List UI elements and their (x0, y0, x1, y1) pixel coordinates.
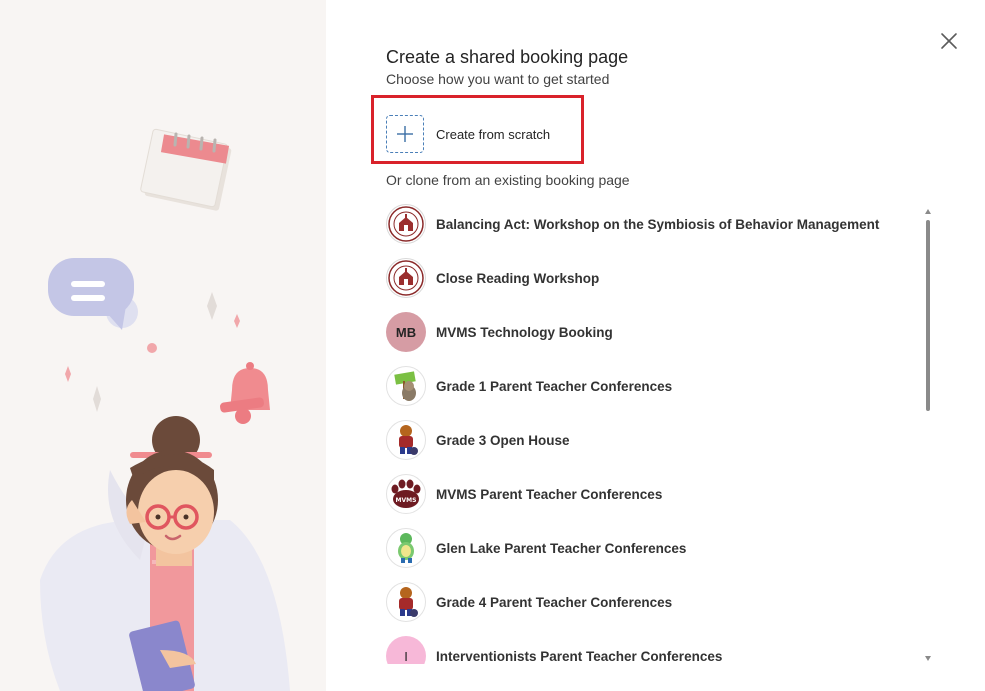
dialog-title: Create a shared booking page (386, 47, 629, 67)
avatar (386, 366, 426, 406)
list-item-label: Balancing Act: Workshop on the Symbiosis… (436, 216, 880, 232)
bell-icon (220, 362, 270, 424)
scroll-down-arrow-icon[interactable] (925, 656, 931, 661)
illustration-panel (0, 0, 326, 691)
avatar: MVMS (386, 474, 426, 514)
chat-bubble-icon (48, 258, 138, 330)
mascot-icon (399, 587, 418, 617)
avatar (386, 204, 426, 244)
avatar-initials: I (404, 648, 408, 664)
avatar: I (386, 636, 426, 664)
list-item-label: Interventionists Parent Teacher Conferen… (436, 648, 723, 664)
booking-page-list: Balancing Act: Workshop on the Symbiosis… (380, 197, 915, 664)
teacher-illustration (40, 128, 290, 691)
avatar (386, 528, 426, 568)
list-item[interactable]: I Interventionists Parent Teacher Confer… (380, 632, 910, 664)
close-icon (941, 33, 957, 49)
list-item-label: Close Reading Workshop (436, 270, 600, 286)
list-item-label: MVMS Technology Booking (436, 324, 613, 340)
list-item[interactable]: MB MVMS Technology Booking (380, 308, 910, 356)
paw-icon: MVMS (391, 479, 421, 508)
clone-heading: Or clone from an existing booking page (386, 172, 630, 188)
scroll-thumb[interactable] (926, 220, 930, 411)
school-seal-icon (388, 260, 424, 296)
avatar: MB (386, 312, 426, 352)
avatar (386, 258, 426, 298)
create-from-scratch-label: Create from scratch (436, 126, 551, 142)
scroll-up-arrow-icon[interactable] (925, 209, 931, 214)
list-item[interactable]: Grade 1 Parent Teacher Conferences (380, 362, 910, 410)
mascot-icon (399, 425, 418, 455)
dialog-subtitle: Choose how you want to get started (386, 71, 610, 87)
mascot-sign-icon (394, 371, 416, 401)
list-item-label: Grade 4 Parent Teacher Conferences (436, 594, 673, 610)
calendar-icon (140, 128, 232, 211)
list-item-label: Glen Lake Parent Teacher Conferences (436, 540, 687, 556)
avatar-initials: MB (395, 324, 417, 340)
turtle-icon (398, 533, 414, 563)
plus-icon-box (386, 115, 424, 153)
list-item-label: MVMS Parent Teacher Conferences (436, 486, 663, 502)
list-item[interactable]: Close Reading Workshop (380, 254, 910, 302)
list-item[interactable]: Balancing Act: Workshop on the Symbiosis… (380, 200, 910, 248)
close-button[interactable] (938, 30, 960, 52)
paw-badge-text: MVMS (396, 497, 417, 504)
list-item[interactable]: MVMS MVMS Parent Teacher Conferences (380, 470, 910, 518)
avatar (386, 582, 426, 622)
list-item[interactable]: Grade 3 Open House (380, 416, 910, 464)
school-seal-icon (388, 206, 424, 242)
create-from-scratch-button[interactable]: Create from scratch (386, 113, 576, 155)
list-item[interactable]: Glen Lake Parent Teacher Conferences (380, 524, 910, 572)
list-item-label: Grade 1 Parent Teacher Conferences (436, 378, 673, 394)
list-scrollbar[interactable] (922, 207, 934, 665)
plus-icon (397, 126, 413, 142)
list-item[interactable]: Grade 4 Parent Teacher Conferences (380, 578, 910, 626)
teacher-figure (40, 416, 290, 691)
list-item-label: Grade 3 Open House (436, 432, 570, 448)
avatar (386, 420, 426, 460)
